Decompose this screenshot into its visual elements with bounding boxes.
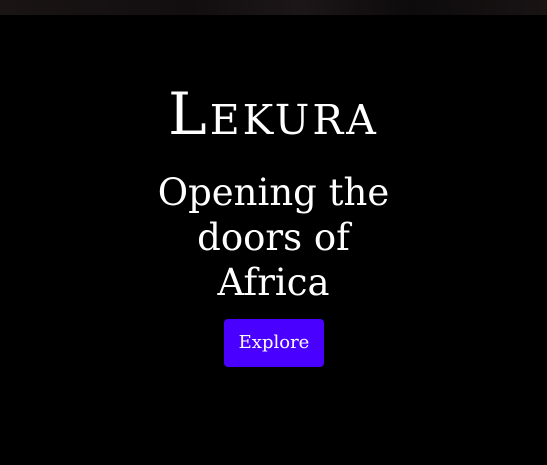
hero-tagline: Opening the doors of Africa (157, 171, 390, 304)
page: Lekura Opening the doors of Africa Explo… (0, 0, 547, 465)
brand-title: Lekura (168, 80, 379, 148)
explore-button[interactable]: Explore (224, 319, 324, 367)
hero-section: Lekura Opening the doors of Africa Explo… (0, 0, 547, 465)
